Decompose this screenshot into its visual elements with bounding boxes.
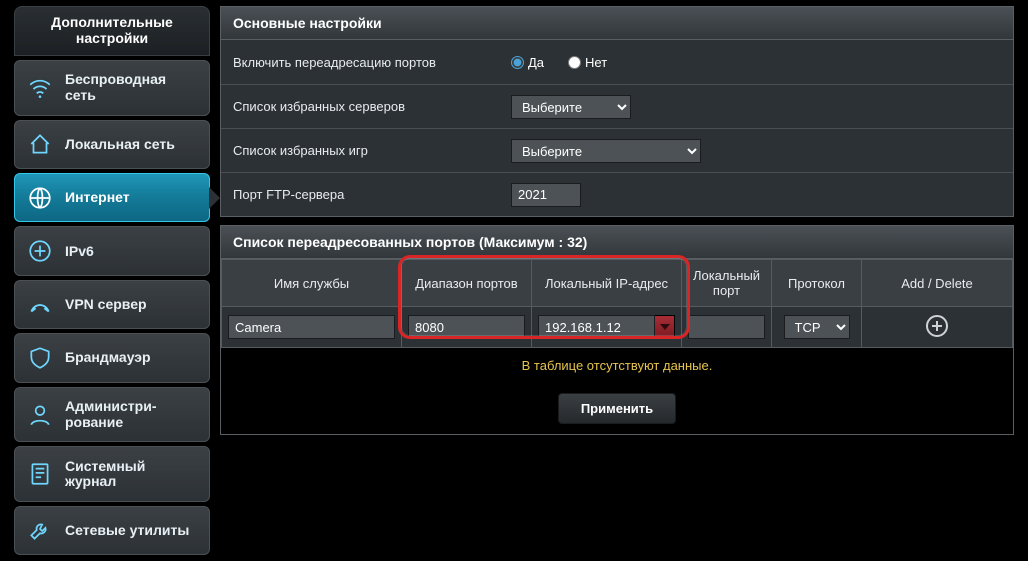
sidebar-item-label: Сетевые утилиты [65,523,189,538]
forwarded-ports-table: Имя службы Диапазон портов Локальный IP-… [221,259,1013,348]
sidebar-item-wireless[interactable]: Беспроводная сеть [14,60,210,115]
sidebar-item-label: Админист­ри-рование [65,399,157,430]
local-ip-input[interactable] [538,315,655,339]
row-label: Список избранных серверов [233,99,491,114]
sidebar-item-label: Системный журнал [65,459,197,490]
sidebar-item-label: Интернет [65,190,130,205]
globe-icon [27,185,53,211]
col-range: Диапазон портов [402,260,532,307]
sidebar-item-label: VPN сервер [65,297,147,312]
radio-yes[interactable]: Да [511,55,544,70]
add-row-button[interactable] [924,313,950,339]
sidebar-item-firewall[interactable]: Брандмауэр [14,333,210,382]
sidebar-item-nettools[interactable]: Сетевые утилиты [14,506,210,555]
sidebar-item-label: Беспроводная сеть [65,72,197,103]
col-ip: Локальный IP-адрес [532,260,682,307]
col-actions: Add / Delete [862,260,1013,307]
forwarded-ports-heading: Список переадресованных портов (Максимум… [220,225,1014,259]
col-service: Имя службы [222,260,402,307]
col-proto: Протокол [772,260,862,307]
ftp-port-input[interactable] [511,183,581,207]
sidebar-item-ipv6[interactable]: IPv6 [14,226,210,275]
sidebar-item-lan[interactable]: Локальная сеть [14,120,210,169]
sidebar-item-admin[interactable]: Админист­ри-рование [14,387,210,442]
sidebar-item-vpn[interactable]: VPN сервер [14,280,210,329]
row-label: Порт FTP-сервера [233,187,491,202]
row-enable-forwarding: Включить переадресацию портов Да Нет [221,40,1013,84]
col-localport: Локальный порт [682,260,772,307]
sidebar: Дополнительные настройки Беспроводная се… [14,6,210,555]
wrench-icon [27,517,53,543]
row-label: Включить переадресацию портов [233,55,491,70]
table-row: TCP [222,307,1013,348]
wifi-icon [27,75,53,101]
main-panel: Основные настройки Включить переадресаци… [220,6,1014,555]
shield-icon [27,345,53,371]
vpn-icon [27,292,53,318]
sidebar-item-label: Локальная сеть [65,137,175,152]
fav-games-select[interactable]: Выберите [511,139,701,163]
plus-circle-icon [925,314,949,338]
no-data-message: В таблице отсутствуют данные. [221,348,1013,379]
port-range-input[interactable] [408,315,525,339]
row-fav-servers: Список избранных серверов Выберите [221,84,1013,128]
fav-servers-select[interactable]: Выберите [511,95,631,119]
protocol-select[interactable]: TCP [784,315,850,339]
local-port-input[interactable] [688,315,765,339]
sidebar-item-label: Брандмауэр [65,350,151,365]
ipv6-icon [27,238,53,264]
service-name-input[interactable] [228,315,395,339]
basic-settings-heading: Основные настройки [220,6,1014,40]
home-icon [27,131,53,157]
radio-no[interactable]: Нет [568,55,607,70]
sidebar-title: Дополнительные настройки [14,6,210,56]
basic-settings-section: Основные настройки Включить переадресаци… [220,6,1014,217]
apply-button[interactable]: Применить [558,393,676,424]
user-icon [27,402,53,428]
row-label: Список избранных игр [233,143,491,158]
log-icon [27,461,53,487]
chevron-down-icon [660,324,670,330]
sidebar-item-internet[interactable]: Интернет [14,173,210,222]
row-ftp-port: Порт FTP-сервера [221,172,1013,216]
sidebar-item-syslog[interactable]: Системный журнал [14,446,210,501]
sidebar-item-label: IPv6 [65,244,94,259]
row-fav-games: Список избранных игр Выберите [221,128,1013,172]
radio-yes-label: Да [528,55,544,70]
ip-dropdown-button[interactable] [655,315,675,339]
radio-no-label: Нет [585,55,607,70]
forwarded-ports-section: Список переадресованных портов (Максимум… [220,225,1014,435]
